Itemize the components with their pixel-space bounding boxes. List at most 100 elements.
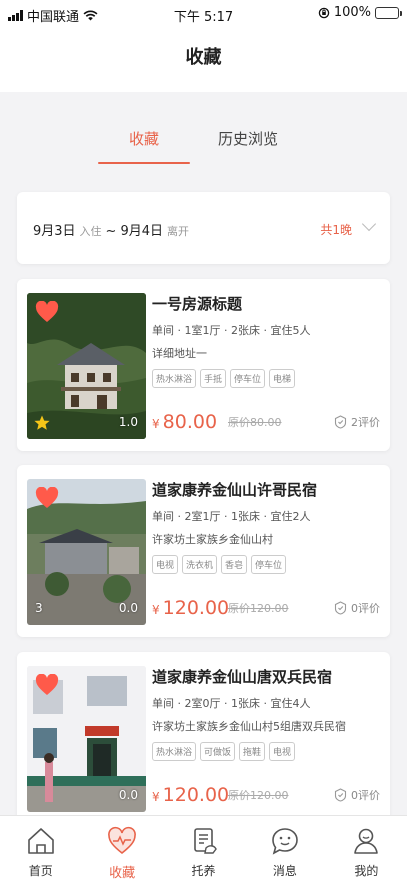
listing-card[interactable]: 0.0 道家康养金仙山唐双兵民宿 单间 · 2室0厅 · 1张床 · 宜住4人 … <box>17 652 390 824</box>
segment-tabs: 收藏 历史浏览 <box>0 120 407 166</box>
status-bar: 中国联通 下午 5:17 100% <box>0 0 407 28</box>
price-row: ¥120.00 原价120.00 0评价 <box>152 782 380 806</box>
currency-symbol: ¥ <box>152 790 160 804</box>
review-icon <box>334 788 347 802</box>
review-count[interactable]: 0评价 <box>334 600 380 616</box>
listing-spec: 单间 · 1室1厅 · 2张床 · 宜住5人 <box>152 324 311 337</box>
listing-address: 许家坊土家族乡金仙山村5组唐双兵民宿 <box>152 720 346 733</box>
orientation-lock-icon <box>318 7 330 18</box>
amenity-tag: 电梯 <box>269 369 296 388</box>
price: ¥120.00 <box>152 784 229 806</box>
tab-profile[interactable]: 我的 <box>326 816 407 889</box>
tab-label: 消息 <box>272 864 297 878</box>
tab-favorites[interactable]: 收藏 <box>98 128 190 149</box>
battery-percent: 100% <box>333 5 371 20</box>
heart-icon <box>108 826 136 855</box>
listing-info: 一号房源标题 单间 · 1室1厅 · 2张床 · 宜住5人 详细地址一 热水淋浴… <box>152 293 382 388</box>
price-value: 120.00 <box>162 784 230 806</box>
tab-active-indicator <box>98 162 190 164</box>
tab-label: 托养 <box>191 864 216 878</box>
amenity-tag: 香皂 <box>221 555 248 574</box>
amenity-tag: 可做饭 <box>200 742 236 761</box>
price-value: 120.00 <box>162 597 230 619</box>
tab-favorites-nav[interactable]: 收藏 <box>81 816 162 889</box>
price-row: ¥80.00 原价80.00 2评价 <box>152 409 380 433</box>
document-icon <box>193 828 217 854</box>
listing-info: 道家康养金仙山唐双兵民宿 单间 · 2室0厅 · 1张床 · 宜住4人 许家坊土… <box>152 666 382 761</box>
amenity-tag: 电视 <box>152 555 179 574</box>
listing-address: 许家坊土家族乡金仙山村 <box>152 533 273 546</box>
price: ¥120.00 <box>152 597 229 619</box>
listing-title: 道家康养金仙山许哥民宿 <box>152 481 318 499</box>
tab-label: 我的 <box>354 864 379 878</box>
favorite-heart-icon[interactable] <box>35 487 59 509</box>
review-count[interactable]: 0评价 <box>334 787 380 803</box>
amenity-tag: 热水淋浴 <box>152 742 197 761</box>
amenity-tag: 热水淋浴 <box>152 369 197 388</box>
review-label: 0评价 <box>351 602 380 615</box>
page-title: 收藏 <box>185 47 222 68</box>
message-icon <box>272 828 298 855</box>
tab-label: 首页 <box>28 864 53 878</box>
amenity-tag: 电视 <box>269 742 296 761</box>
tab-care[interactable]: 托养 <box>163 816 244 889</box>
listing-photo[interactable]: 1.0 <box>27 293 146 439</box>
night-count: 共1晚 <box>320 223 352 237</box>
checkin-label: 入住 <box>79 225 102 238</box>
tab-messages[interactable]: 消息 <box>244 816 325 889</box>
listing-title: 一号房源标题 <box>152 295 243 313</box>
favorite-heart-icon[interactable] <box>35 301 59 323</box>
navigation-bar: 收藏 <box>0 28 407 92</box>
currency-symbol: ¥ <box>152 417 160 431</box>
listing-address: 详细地址一 <box>152 347 207 360</box>
review-count[interactable]: 2评价 <box>334 414 380 430</box>
image-badge: 3 <box>35 601 43 615</box>
amenity-tag: 停车位 <box>230 369 266 388</box>
listing-spec: 单间 · 2室1厅 · 1张床 · 宜住2人 <box>152 510 311 523</box>
amenity-tag: 拖鞋 <box>239 742 266 761</box>
profile-icon <box>354 828 379 854</box>
listing-info: 道家康养金仙山许哥民宿 单间 · 2室1厅 · 1张床 · 宜住2人 许家坊土家… <box>152 479 382 574</box>
listing-photo[interactable]: 0.0 <box>27 666 146 812</box>
image-rating: 1.0 <box>118 415 138 429</box>
date-separator: ~ <box>105 224 117 239</box>
listing-spec: 单间 · 2室0厅 · 1张床 · 宜住4人 <box>152 697 311 710</box>
bottom-tab-bar: 首页 收藏 托养 消息 我的 <box>0 815 407 889</box>
home-icon <box>27 828 54 854</box>
listing-title: 道家康养金仙山唐双兵民宿 <box>152 668 333 686</box>
amenity-tag: 洗衣机 <box>182 555 218 574</box>
amenity-tags: 电视 洗衣机 香皂 停车位 <box>152 555 382 574</box>
listing-photo[interactable]: 3 0.0 <box>27 479 146 625</box>
original-price: 原价80.00 <box>228 416 282 429</box>
checkout-date: 9月4日 <box>120 224 163 239</box>
tab-label: 收藏 <box>109 866 136 881</box>
battery-icon <box>375 6 402 19</box>
review-label: 0评价 <box>351 789 380 802</box>
checkin-date: 9月3日 <box>33 224 76 239</box>
star-icon <box>34 415 50 430</box>
amenity-tags: 热水淋浴 手抵 停车位 电梯 <box>152 369 382 388</box>
checkout-label: 离开 <box>167 225 189 238</box>
favorite-heart-icon[interactable] <box>35 674 59 696</box>
price: ¥80.00 <box>152 411 217 433</box>
tab-history[interactable]: 历史浏览 <box>202 128 294 149</box>
date-range: 9月3日 入住 ~ 9月4日 离开 <box>33 220 189 239</box>
original-price: 原价120.00 <box>228 602 289 615</box>
amenity-tag: 停车位 <box>251 555 287 574</box>
image-rating: 0.0 <box>118 601 138 615</box>
listing-card[interactable]: 1.0 一号房源标题 单间 · 1室1厅 · 2张床 · 宜住5人 详细地址一 … <box>17 279 390 451</box>
review-icon <box>334 601 347 615</box>
amenity-tag: 手抵 <box>200 369 227 388</box>
price-value: 80.00 <box>162 411 218 433</box>
review-icon <box>334 415 347 429</box>
date-filter-card[interactable]: 9月3日 入住 ~ 9月4日 离开 共1晚 <box>17 192 390 264</box>
review-label: 2评价 <box>351 416 380 429</box>
image-rating: 0.0 <box>118 788 138 802</box>
listing-card[interactable]: 3 0.0 道家康养金仙山许哥民宿 单间 · 2室1厅 · 1张床 · 宜住2人… <box>17 465 390 637</box>
original-price: 原价120.00 <box>228 789 289 802</box>
status-right: 100% <box>318 5 402 20</box>
tab-home[interactable]: 首页 <box>0 816 81 889</box>
currency-symbol: ¥ <box>152 603 160 617</box>
chevron-down-icon[interactable] <box>361 216 377 232</box>
price-row: ¥120.00 原价120.00 0评价 <box>152 595 380 619</box>
